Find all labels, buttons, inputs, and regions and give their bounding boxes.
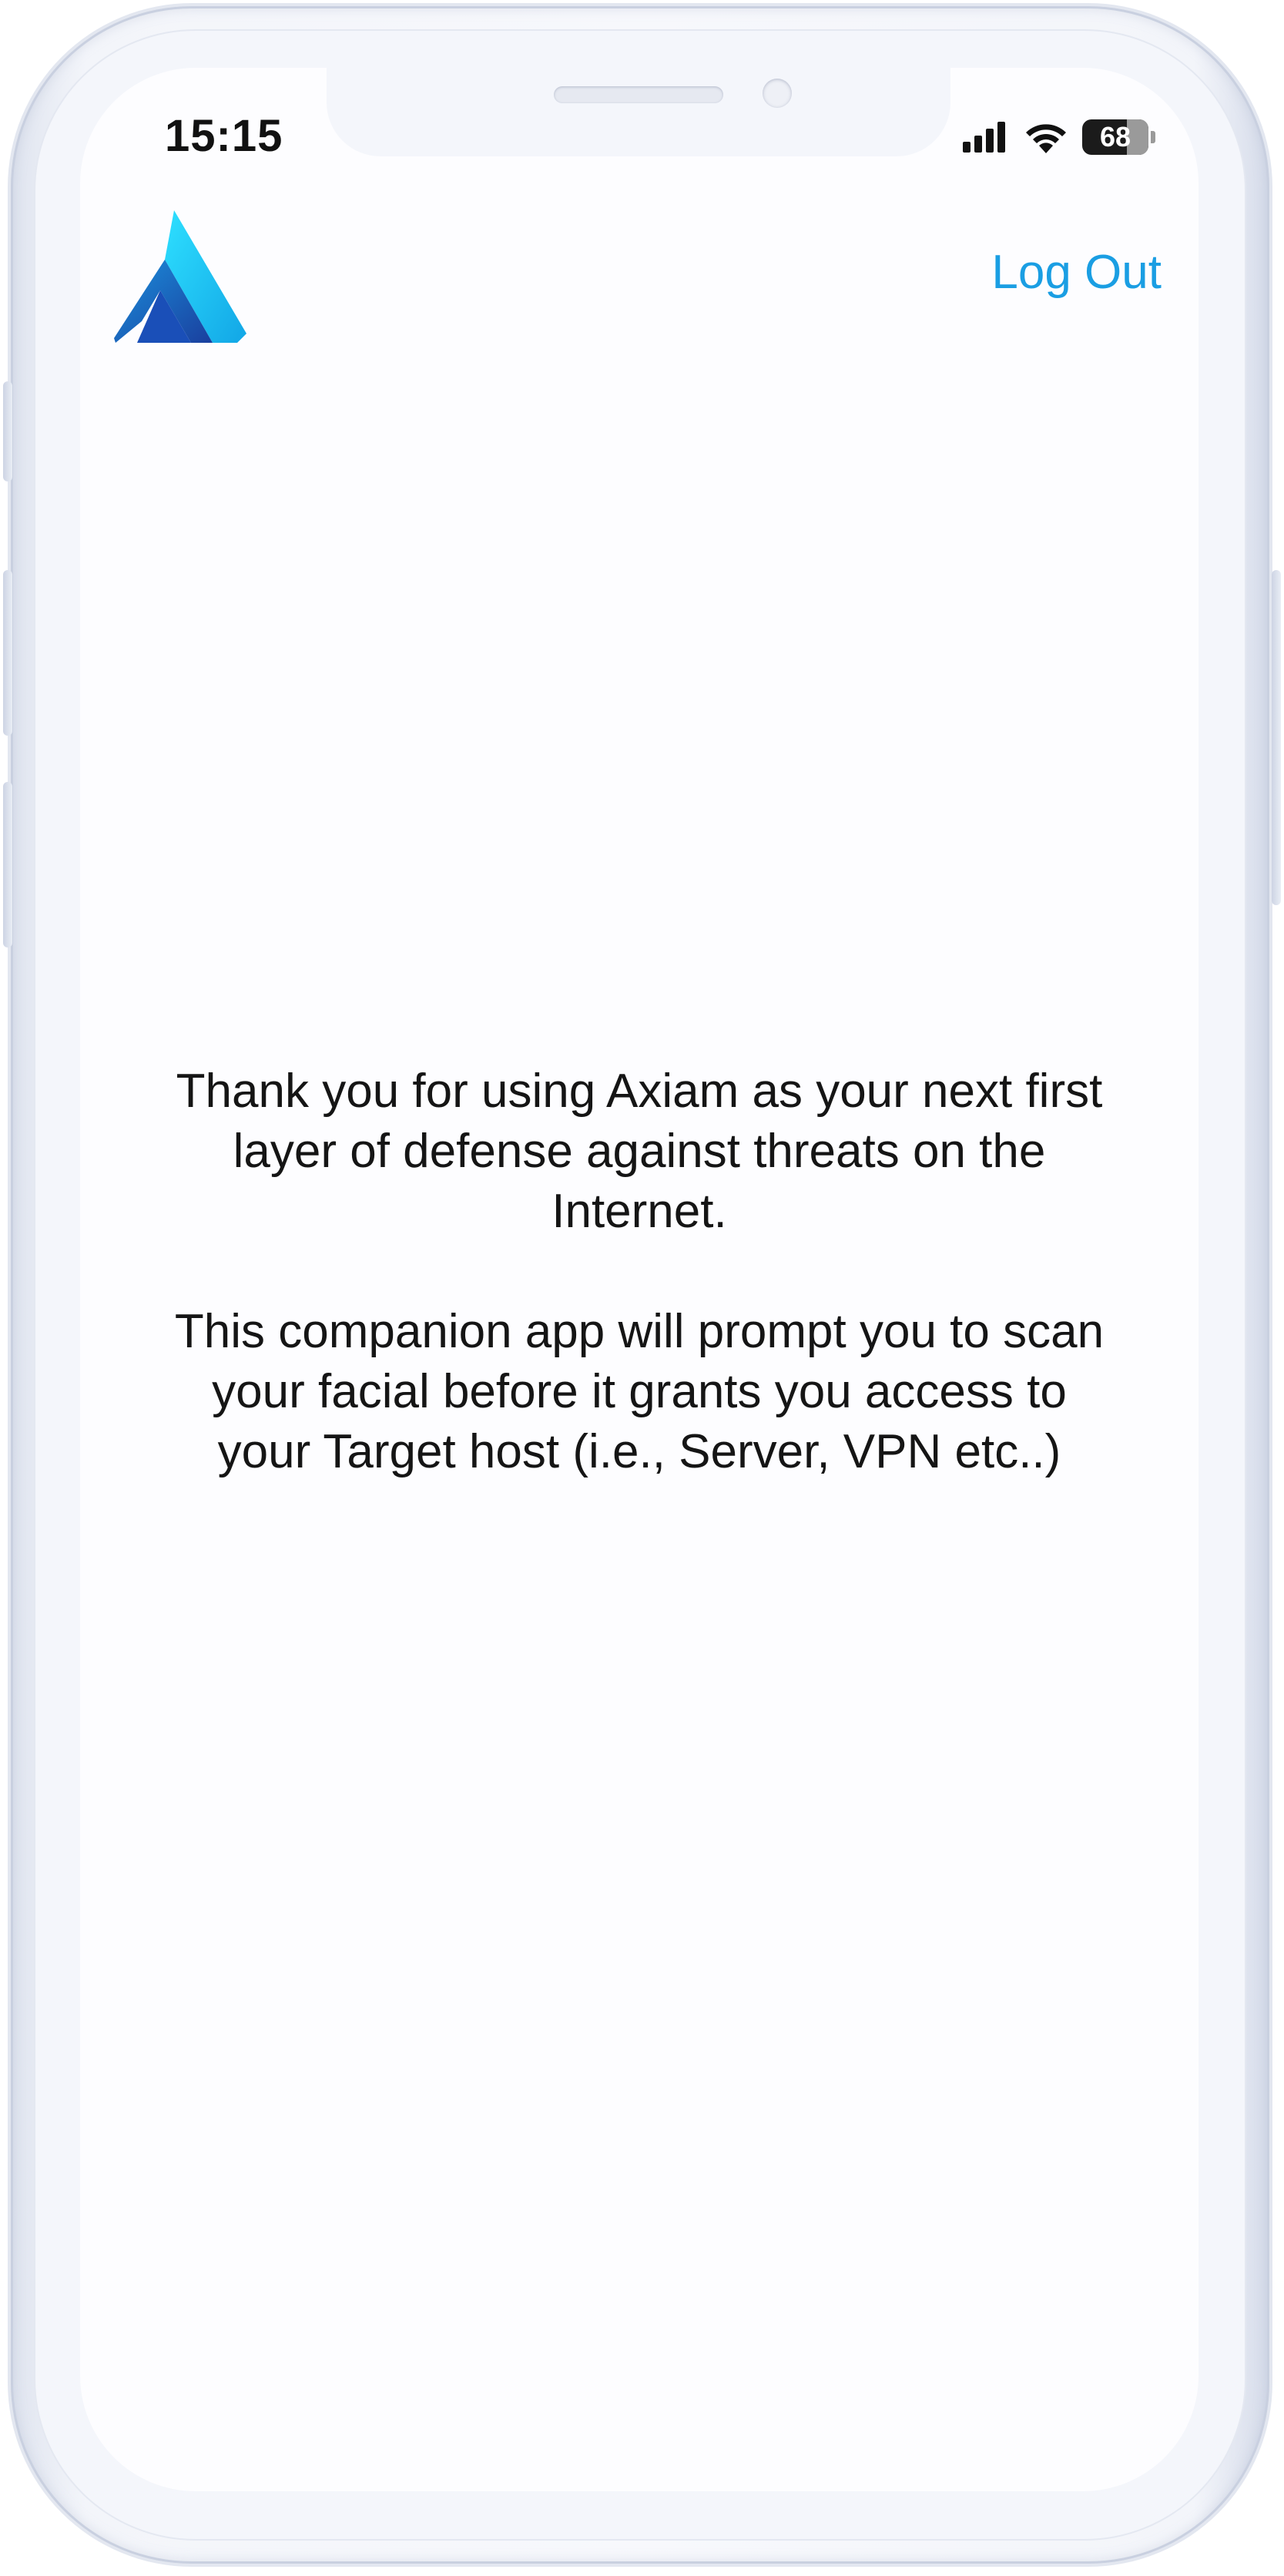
cellular-signal-icon bbox=[963, 122, 1005, 153]
volume-up-button bbox=[3, 570, 12, 736]
battery-cap bbox=[1151, 131, 1155, 143]
notch bbox=[327, 68, 950, 156]
status-icons: 68 bbox=[963, 114, 1155, 160]
volume-down-button bbox=[3, 782, 12, 948]
earpiece-speaker bbox=[554, 86, 723, 103]
status-time: 15:15 bbox=[165, 111, 283, 161]
welcome-paragraph: Thank you for using Axiam as your next f… bbox=[176, 1065, 1103, 1238]
battery-icon: 68 bbox=[1082, 119, 1148, 155]
mute-switch bbox=[3, 381, 12, 481]
axiam-logo bbox=[114, 210, 246, 343]
wifi-icon bbox=[1026, 124, 1066, 153]
logout-button[interactable]: Log Out bbox=[991, 245, 1162, 300]
welcome-message: Thank you for using Axiam as your next f… bbox=[165, 1062, 1114, 1482]
front-camera bbox=[763, 79, 792, 108]
battery-level: 68 bbox=[1099, 121, 1131, 153]
instruction-paragraph: This companion app will prompt you to sc… bbox=[174, 1305, 1105, 1478]
app-screen: 15:15 68 Log Out Thank you for using Axi… bbox=[80, 68, 1199, 2491]
power-button bbox=[1272, 570, 1281, 905]
